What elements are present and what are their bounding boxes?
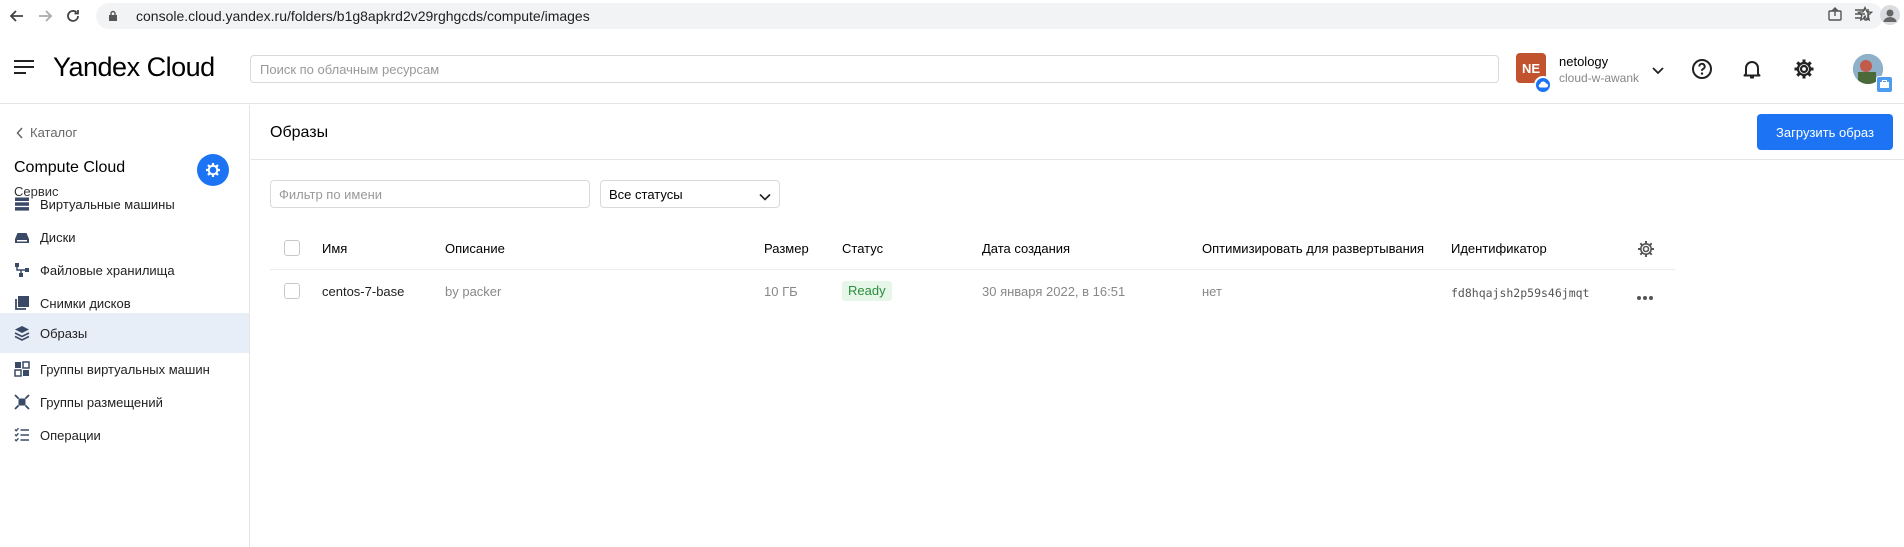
column-header-id[interactable]: Идентификатор [1451, 241, 1547, 256]
lock-icon [109, 10, 117, 21]
status-filter-select[interactable]: Все статусы [600, 180, 780, 208]
layers-icon [13, 324, 31, 342]
column-header-size[interactable]: Размер [764, 241, 809, 256]
operations-list-icon [13, 426, 31, 444]
search-input[interactable]: Поиск по облачным ресурсам [250, 55, 1499, 83]
service-settings-button[interactable] [197, 154, 229, 186]
image-description: by packer [445, 284, 502, 299]
gear-icon [206, 163, 220, 177]
app-header: Yandex Cloud Поиск по облачным ресурсам … [0, 32, 1904, 104]
gear-icon[interactable] [1793, 58, 1815, 80]
sidebar: Каталог Compute Cloud Сервис Виртуальные… [0, 105, 250, 547]
column-header-optimize[interactable]: Оптимизировать для развертывания [1202, 241, 1424, 256]
sidebar-item-label: Снимки дисков [40, 295, 131, 311]
sidebar-item-label: Группы виртуальных машин [40, 361, 210, 377]
column-header-description[interactable]: Описание [445, 241, 505, 256]
reading-list-icon[interactable] [1854, 7, 1872, 28]
account-name[interactable]: netology [1559, 54, 1608, 69]
more-actions-icon[interactable] [1636, 288, 1654, 306]
servers-icon [13, 195, 31, 213]
briefcase-icon [1876, 76, 1893, 93]
service-title: Compute Cloud [14, 159, 126, 176]
sidebar-item-label: Виртуальные машины [40, 196, 175, 212]
forward-arrow-icon[interactable] [34, 5, 56, 27]
column-header-created[interactable]: Дата создания [982, 241, 1070, 256]
divider [251, 159, 1904, 160]
help-icon[interactable] [1691, 58, 1713, 80]
sidebar-item-label: Образы [40, 325, 88, 341]
page-title: Образы [270, 124, 329, 141]
sidebar-item-label: Файловые хранилища [40, 262, 175, 278]
table-divider [270, 269, 1675, 270]
image-id: fd8hqajsh2p59s46jmqt [1451, 286, 1590, 300]
catalog-back-label: Каталог [30, 125, 78, 140]
bell-icon[interactable] [1741, 58, 1763, 80]
catalog-back-link[interactable]: Каталог [16, 125, 77, 140]
columns-settings-icon[interactable] [1637, 240, 1655, 263]
image-optimize-value: нет [1202, 284, 1222, 299]
placement-groups-icon [13, 393, 31, 411]
sidebar-item-operations[interactable]: Операции [0, 415, 249, 455]
sidebar-item-label: Диски [40, 229, 76, 245]
chevron-down-icon [759, 189, 771, 204]
share-icon[interactable] [1827, 6, 1843, 27]
logo[interactable]: Yandex Cloud [53, 52, 215, 83]
file-storage-icon [13, 261, 31, 279]
snapshots-icon [13, 294, 31, 312]
column-header-status[interactable]: Статус [842, 241, 883, 256]
sidebar-item-images[interactable]: Образы [0, 313, 249, 353]
column-header-name[interactable]: Имя [322, 241, 347, 256]
account-cloud: cloud-w-awank [1559, 71, 1640, 85]
url-text: console.cloud.yandex.ru/folders/b1g8apkr… [136, 8, 590, 24]
address-bar[interactable]: console.cloud.yandex.ru/folders/b1g8apkr… [96, 3, 1883, 29]
name-filter-input[interactable]: Фильтр по имени [270, 180, 590, 208]
image-name-link[interactable]: centos-7-base [322, 284, 404, 299]
sidebar-item-label: Операции [40, 427, 101, 443]
upload-image-button[interactable]: Загрузить образ [1757, 114, 1893, 150]
row-checkbox[interactable] [284, 283, 300, 299]
sidebar-item-label: Группы размещений [40, 394, 163, 410]
chevron-left-icon [16, 126, 23, 139]
cloud-badge-icon [1534, 76, 1552, 94]
image-size: 10 ГБ [764, 284, 798, 299]
disk-icon [13, 228, 31, 246]
browser-toolbar: console.cloud.yandex.ru/folders/b1g8apkr… [0, 0, 1904, 32]
select-all-checkbox[interactable] [284, 240, 300, 256]
profile-icon[interactable] [1880, 5, 1900, 25]
back-arrow-icon[interactable] [6, 5, 28, 27]
instance-groups-icon [13, 360, 31, 378]
status-filter-value: Все статусы [609, 187, 683, 202]
image-created-date: 30 января 2022, в 16:51 [982, 284, 1126, 299]
reload-icon[interactable] [62, 5, 84, 27]
menu-icon[interactable] [14, 59, 34, 75]
status-badge: Ready [842, 281, 892, 301]
chevron-down-icon[interactable] [1651, 63, 1665, 81]
